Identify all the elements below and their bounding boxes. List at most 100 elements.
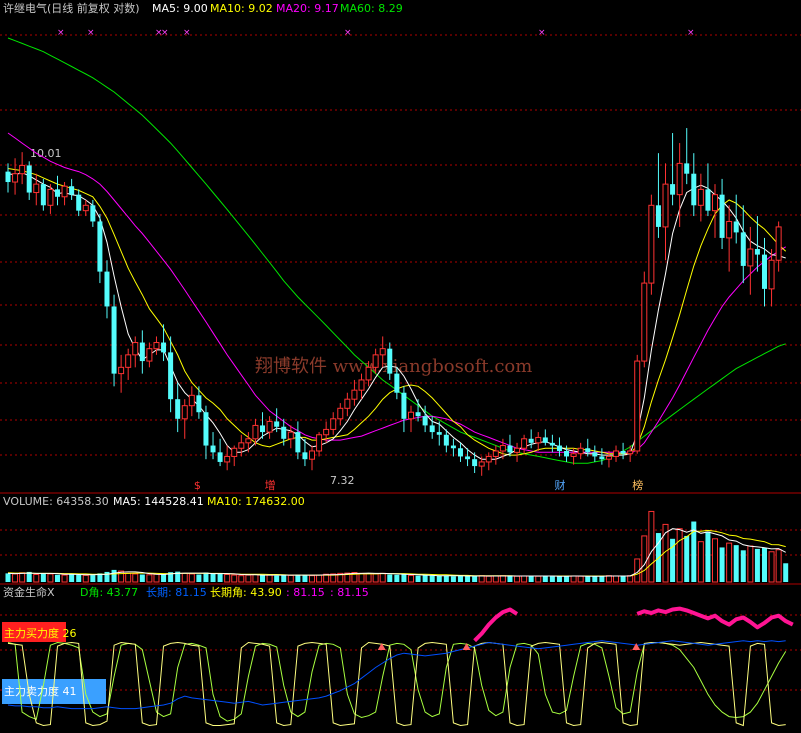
sell-strength-text: 主力卖力度 41 <box>4 684 77 698</box>
candle-body <box>507 445 513 453</box>
volume-bar <box>69 574 75 582</box>
candle-body <box>684 163 690 174</box>
candle-body <box>542 437 548 443</box>
candle-body <box>457 448 463 457</box>
volume-bar <box>712 538 718 583</box>
volume-ma5-line <box>7 528 786 577</box>
candle-body <box>19 164 26 175</box>
indicator-value-1: : 81.15 <box>286 586 325 599</box>
candle-body <box>655 205 661 227</box>
volume-bar <box>90 575 96 582</box>
candle-body <box>379 348 386 356</box>
candle-body <box>605 455 612 460</box>
candle-body <box>132 342 139 356</box>
candle-body <box>90 205 96 222</box>
volume-bar <box>443 575 449 582</box>
candle-body <box>181 405 188 420</box>
candle-body <box>465 456 471 460</box>
candle-body <box>54 189 60 197</box>
volume-bar <box>697 541 704 583</box>
stock-chart[interactable]: 翔博软件 www.xiangbosoft.com 许继电气(日线 前复权 对数)… <box>0 0 801 733</box>
volume-bar <box>747 545 754 583</box>
event-label: $ <box>194 479 201 492</box>
volume-bar <box>549 576 555 582</box>
indicator-header: 资金生命X D角: 43.77 长期: 81.15 长期角: 43.90 : 8… <box>3 585 369 599</box>
volume-bar <box>76 574 82 582</box>
volume-bar <box>224 574 231 583</box>
price-ma20-label: MA20: 9.17 <box>276 2 339 15</box>
price-ma60-label: MA60: 8.29 <box>340 2 403 15</box>
volume-bar <box>12 573 19 583</box>
candle-body <box>514 447 521 453</box>
candle-body <box>472 459 478 467</box>
indicator-d-label: D角: 43.77 <box>80 586 138 599</box>
signal-marker: × <box>57 28 65 38</box>
volume-bar <box>613 575 620 583</box>
volume-bar <box>401 574 407 582</box>
volume-bar <box>761 548 767 582</box>
volume-bar <box>358 572 365 583</box>
price-ma5-label: MA5: 9.00 <box>152 2 208 15</box>
candle-body <box>344 398 351 409</box>
candle-body <box>648 204 655 284</box>
volume-bar <box>705 531 711 582</box>
volume-bar <box>592 575 598 582</box>
candle-body <box>358 379 365 391</box>
volume-bar <box>379 572 386 583</box>
candle-body <box>69 186 75 195</box>
volume-ma10-label: MA10: 174632.00 <box>207 495 305 508</box>
volume-bar <box>146 574 153 583</box>
candle-body <box>641 282 648 362</box>
volume-bar <box>196 574 202 582</box>
volume-bar <box>492 575 499 583</box>
candle-body <box>740 232 746 266</box>
candle-body <box>387 348 393 374</box>
volume-bar <box>620 576 626 582</box>
candle-body <box>775 226 782 261</box>
candle-body <box>309 450 316 460</box>
candle-body <box>754 249 760 255</box>
candle-body <box>422 416 428 426</box>
volume-bar <box>281 575 287 582</box>
volume-bar <box>33 574 40 583</box>
candle-body <box>372 354 379 368</box>
candle-body <box>535 436 542 444</box>
candle-body <box>146 348 153 362</box>
volume-bar <box>40 573 46 582</box>
volume-bar <box>47 573 54 583</box>
volume-bar <box>768 551 775 583</box>
signal-marker: × <box>87 28 95 38</box>
candle-body <box>238 442 245 449</box>
volume-bar <box>457 575 463 582</box>
indicator-pink-line <box>636 606 794 630</box>
volume-bar <box>161 574 167 582</box>
candle-body <box>82 204 89 212</box>
volume-bar <box>499 575 506 583</box>
volume-bar <box>295 574 301 582</box>
ma20-line <box>7 132 786 455</box>
chart-marks: $ 增财榜× × ×× × × × × <box>5 28 794 727</box>
volume-bar <box>726 542 733 583</box>
candle-body <box>97 221 103 272</box>
candle-body <box>61 185 68 198</box>
candle-body <box>492 450 499 457</box>
volume-bar <box>570 575 577 583</box>
candle-body <box>139 342 145 362</box>
indicator-pink-line <box>473 607 519 643</box>
candle-body <box>485 455 492 463</box>
volume-label: VOLUME: 64358.30 <box>3 495 109 508</box>
price-ma10-label: MA10: 9.02 <box>210 2 273 15</box>
candle-body <box>401 392 407 419</box>
volume-bar <box>422 575 428 582</box>
volume-bar <box>287 574 294 583</box>
signal-marker: × <box>161 28 169 38</box>
volume-bar <box>585 576 591 582</box>
volume-bar <box>231 574 238 583</box>
candle-body <box>188 394 195 407</box>
buy-strength-text: 主力买力度 26 <box>4 626 77 640</box>
volume-bar <box>316 574 323 583</box>
volume-ma10-line <box>7 529 786 577</box>
event-label: 财 <box>554 478 565 492</box>
candle-body <box>394 373 400 393</box>
volume-bar <box>252 574 259 583</box>
